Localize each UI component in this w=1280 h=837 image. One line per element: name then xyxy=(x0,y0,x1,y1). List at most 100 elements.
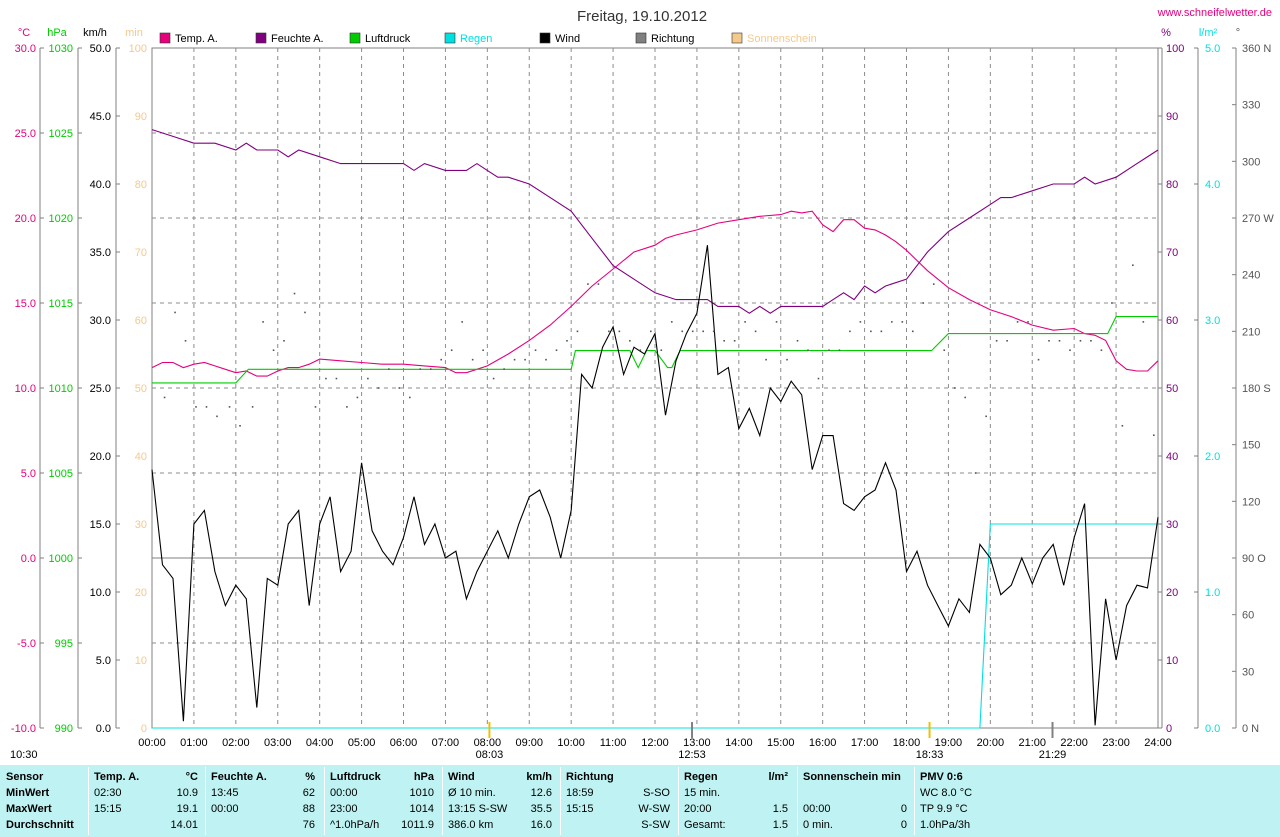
stats-cell: Sensor xyxy=(6,771,44,783)
direction-point xyxy=(283,339,285,342)
direction-point xyxy=(492,377,495,380)
direction-point xyxy=(1079,339,1082,342)
stats-cell: 0 min. xyxy=(803,819,833,831)
noon-time: 12:53 xyxy=(678,749,706,761)
wind-tick-label: 5.0 xyxy=(96,655,111,667)
stats-value: 14.01 xyxy=(170,819,198,831)
temp-tick-label: 0.0 xyxy=(21,553,36,565)
stats-row: S-SW xyxy=(566,818,676,833)
stats-value: 1010 xyxy=(409,787,434,799)
stats-row: 18:59 S-SO xyxy=(566,786,676,801)
stats-column: PMV 0:6 WC 8.0 °C TP 9.9 °C 1.0hPa/3h xyxy=(920,765,1020,837)
wind-tick-label: 40.0 xyxy=(90,179,111,191)
wind-tick-label: 45.0 xyxy=(90,111,111,123)
direction-point xyxy=(849,330,851,333)
temp-tick-label: 25.0 xyxy=(15,128,36,140)
direction-point xyxy=(440,358,443,361)
humidity-tick-label: 50 xyxy=(1166,383,1178,395)
stats-value: 19.1 xyxy=(176,803,198,815)
direction-point xyxy=(346,406,348,408)
stats-column: Sensor MinWert MaxWert Durchschnitt xyxy=(6,765,88,837)
direction-point xyxy=(953,387,956,389)
stats-cell: 1.0hPa/3h xyxy=(920,819,971,831)
x-tick-label: 00:00 xyxy=(138,737,166,749)
stats-value: 88 xyxy=(302,803,315,815)
x-tick-label: 21:00 xyxy=(1018,737,1046,749)
direction-point xyxy=(995,339,998,342)
direction-point xyxy=(974,472,977,474)
stats-value: 16.0 xyxy=(530,819,552,831)
stats-value: 0 xyxy=(900,803,907,815)
stats-value: 1011.9 xyxy=(401,819,434,831)
direction-point xyxy=(450,349,453,352)
stats-row: 13:45 62 xyxy=(211,786,321,801)
humidity-tick-label: 100 xyxy=(1166,43,1184,55)
direction-point xyxy=(471,358,474,361)
sunshine-tick-label: 20 xyxy=(135,587,147,599)
direction-point xyxy=(293,292,296,295)
x-tick-label: 13:00 xyxy=(683,737,711,749)
stats-cell: Regen xyxy=(684,771,718,783)
legend-label: Luftdruck xyxy=(365,33,411,45)
direction-point xyxy=(1132,264,1134,267)
x-tick-label: 20:00 xyxy=(977,737,1005,749)
wind-unit-label: km/h xyxy=(83,27,107,39)
wind-tick-label: 25.0 xyxy=(90,383,111,395)
stats-column: Regen l/m² 15 min. 20:00 1.5 Gesamt: 1.5 xyxy=(684,765,794,837)
stats-separator xyxy=(797,767,798,835)
stats-cell: Wind xyxy=(448,771,475,783)
wind-tick-label: 15.0 xyxy=(90,519,111,531)
direction-point xyxy=(901,321,904,323)
direction-point xyxy=(629,339,631,342)
stats-cell: Richtung xyxy=(566,771,614,783)
stats-column: Sonnenschein min 00:00 0 0 min. 0 xyxy=(803,765,913,837)
x-tick-label: 09:00 xyxy=(515,737,543,749)
legend: Temp. A. Feuchte A. Luftdruck Regen Wind Rich… xyxy=(159,32,817,45)
pressure-tick-label: 1010 xyxy=(49,383,73,395)
direction-point xyxy=(398,387,401,389)
direction-tick-label: 300 xyxy=(1242,156,1260,168)
temp-tick-label: 30.0 xyxy=(15,43,36,55)
legend-label: Wind xyxy=(555,33,580,45)
stats-cell: 15:15 xyxy=(94,803,122,815)
stats-column: Temp. A. °C 02:30 10.9 15:15 19.1 14.01 xyxy=(94,765,204,837)
stats-row: 15:15 19.1 xyxy=(94,802,204,817)
stats-column: Feuchte A.% 13:45 62 00:00 88 76 xyxy=(211,765,321,837)
x-tick-label: 16:00 xyxy=(809,737,837,749)
direction-tick-label: 180 S xyxy=(1242,383,1271,395)
stats-value: 1.5 xyxy=(772,819,788,831)
pressure-tick-label: 995 xyxy=(55,638,73,650)
stats-value: S-SO xyxy=(643,787,670,799)
stats-table: Sensor MinWert MaxWert Durchschnitt Temp. A.… xyxy=(0,765,1280,837)
stats-row: 1.0hPa/3h xyxy=(920,818,1020,833)
temp-tick-label: 15.0 xyxy=(15,298,36,310)
sunshine-tick-label: 100 xyxy=(129,43,147,55)
direction-point xyxy=(723,339,725,342)
direction-point xyxy=(314,406,317,408)
site-link[interactable]: www.schneifelwetter.de xyxy=(1157,7,1272,19)
stats-row: 20:00 1.5 xyxy=(684,802,794,817)
sunshine-tick-label: 30 xyxy=(135,519,147,531)
x-tick-label: 11:00 xyxy=(600,737,627,749)
stats-row xyxy=(803,786,913,801)
pressure-tick-label: 1015 xyxy=(49,298,73,310)
direction-point xyxy=(1142,321,1145,323)
stats-cell: 00:00 xyxy=(211,803,239,815)
legend-swatch xyxy=(159,32,171,44)
stats-value: 12.6 xyxy=(530,787,552,799)
stats-cell: 386.0 km xyxy=(448,819,494,831)
sunshine-tick-label: 0 xyxy=(141,723,147,735)
direction-point xyxy=(870,330,872,333)
stats-value: 76 xyxy=(302,819,315,831)
x-tick-label: 22:00 xyxy=(1060,737,1088,749)
x-tick-label: 24:00 xyxy=(1144,737,1172,749)
direction-point xyxy=(660,349,663,352)
direction-point xyxy=(524,358,526,361)
stats-row: Durchschnitt xyxy=(6,818,88,833)
stats-row: TP 9.9 °C xyxy=(920,802,1020,817)
sunshine-tick-label: 80 xyxy=(135,179,147,191)
stats-value: 62 xyxy=(302,787,315,799)
humidity-tick-label: 80 xyxy=(1166,179,1178,191)
direction-point xyxy=(786,358,788,361)
direction-point xyxy=(545,358,547,361)
